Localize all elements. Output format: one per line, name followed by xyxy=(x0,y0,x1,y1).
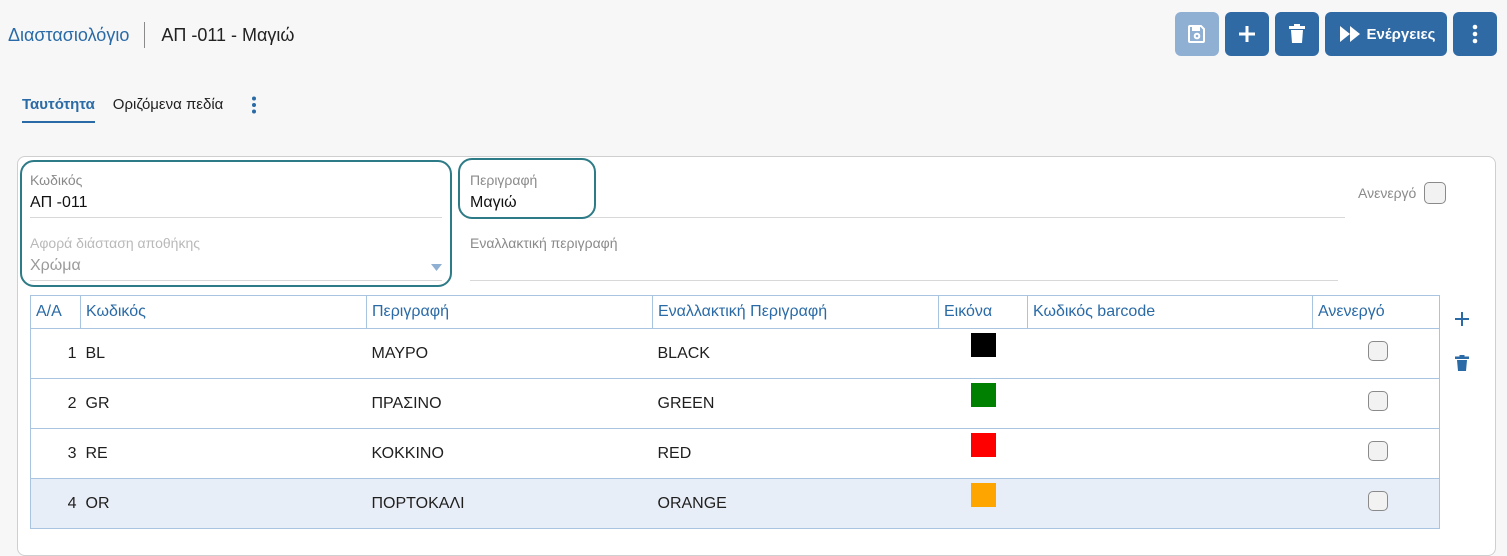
cell-aa: 3 xyxy=(30,428,81,479)
kebab-icon xyxy=(1472,24,1478,44)
cell-image[interactable] xyxy=(938,378,1028,429)
save-icon xyxy=(1188,25,1205,43)
inactive-label: Ανενεργό xyxy=(1358,185,1417,201)
tab-defined-fields[interactable]: Οριζόμενα πεδία xyxy=(113,96,224,121)
table-row[interactable]: 3 RE ΚΟΚΚΙΝΟ RED xyxy=(30,428,1440,479)
cell-image[interactable] xyxy=(938,478,1028,529)
plus-icon xyxy=(1455,312,1469,326)
col-header-description[interactable]: Περιγραφή xyxy=(366,295,653,329)
cell-aa: 2 xyxy=(30,378,81,429)
table-row[interactable]: 1 BL ΜΑΥΡΟ BLACK xyxy=(30,328,1440,379)
inactive-field: Ανενεργό xyxy=(1358,182,1447,204)
description-underline xyxy=(470,217,1345,218)
row-inactive-checkbox[interactable] xyxy=(1368,391,1389,411)
page-title: ΑΠ -011 - Μαγιώ xyxy=(161,24,295,45)
table-row[interactable]: 2 GR ΠΡΑΣΙΝΟ GREEN xyxy=(30,378,1440,429)
cell-alt-description[interactable]: ORANGE xyxy=(652,478,939,529)
cell-inactive xyxy=(1312,378,1440,429)
add-row-button[interactable] xyxy=(1454,311,1470,332)
fast-forward-icon xyxy=(1339,26,1360,42)
col-header-code[interactable]: Κωδικός xyxy=(80,295,367,329)
add-button[interactable] xyxy=(1225,12,1269,56)
cell-code[interactable]: BL xyxy=(80,328,367,379)
delete-button[interactable] xyxy=(1275,12,1319,56)
plus-icon xyxy=(1239,26,1255,42)
cell-description[interactable]: ΜΑΥΡΟ xyxy=(366,328,653,379)
grid-header-row: Α/Α Κωδικός Περιγραφή Εναλλακτική Περιγρ… xyxy=(30,295,1440,329)
cell-code[interactable]: RE xyxy=(80,428,367,479)
tab-identity[interactable]: Ταυτότητα xyxy=(22,96,95,123)
tab-bar: Ταυτότητα Οριζόμενα πεδία xyxy=(22,96,257,123)
cell-alt-description[interactable]: BLACK xyxy=(652,328,939,379)
inactive-checkbox[interactable] xyxy=(1424,182,1447,204)
breadcrumb-separator xyxy=(144,22,146,48)
col-header-barcode[interactable]: Κωδικός barcode xyxy=(1027,295,1313,329)
actions-button[interactable]: Ενέργειες xyxy=(1325,12,1447,56)
save-button[interactable] xyxy=(1175,12,1219,56)
cell-image[interactable] xyxy=(938,428,1028,479)
cell-barcode[interactable] xyxy=(1027,428,1313,479)
color-swatch xyxy=(970,483,996,508)
color-swatch xyxy=(970,383,996,408)
row-inactive-checkbox[interactable] xyxy=(1368,441,1389,461)
col-header-alt-description[interactable]: Εναλλακτική Περιγραφή xyxy=(652,295,939,329)
toolbar: Ενέργειες xyxy=(1175,12,1497,56)
breadcrumb: Διαστασιολόγιο ΑΠ -011 - Μαγιώ xyxy=(8,22,294,48)
cell-inactive xyxy=(1312,428,1440,479)
alt-description-label: Εναλλακτική περιγραφή xyxy=(470,235,618,251)
alt-description-underline xyxy=(470,280,1338,281)
col-header-inactive[interactable]: Ανενεργό xyxy=(1312,295,1440,329)
color-swatch xyxy=(970,333,996,358)
actions-label: Ενέργειες xyxy=(1366,25,1436,43)
cell-alt-description[interactable]: RED xyxy=(652,428,939,479)
cell-barcode[interactable] xyxy=(1027,378,1313,429)
cell-aa: 1 xyxy=(30,328,81,379)
kebab-icon xyxy=(252,96,257,114)
cell-description[interactable]: ΠΡΑΣΙΝΟ xyxy=(366,378,653,429)
cell-image[interactable] xyxy=(938,328,1028,379)
cell-alt-description[interactable]: GREEN xyxy=(652,378,939,429)
table-row-selected[interactable]: 4 OR ΠΟΡΤΟΚΑΛΙ ORANGE xyxy=(30,478,1440,529)
trash-icon xyxy=(1289,24,1305,43)
col-header-image[interactable]: Εικόνα xyxy=(938,295,1028,329)
cell-barcode[interactable] xyxy=(1027,478,1313,529)
highlight-box-description xyxy=(458,158,596,219)
values-grid: Α/Α Κωδικός Περιγραφή Εναλλακτική Περιγρ… xyxy=(30,295,1440,529)
alt-description-field[interactable]: Εναλλακτική περιγραφή xyxy=(470,235,618,257)
color-swatch xyxy=(970,433,996,458)
more-button[interactable] xyxy=(1453,12,1497,56)
cell-inactive xyxy=(1312,328,1440,379)
cell-description[interactable]: ΚΟΚΚΙΝΟ xyxy=(366,428,653,479)
col-header-aa[interactable]: Α/Α xyxy=(30,295,81,329)
cell-aa: 4 xyxy=(30,478,81,529)
cell-code[interactable]: OR xyxy=(80,478,367,529)
delete-row-button[interactable] xyxy=(1455,355,1469,376)
trash-icon xyxy=(1455,355,1469,371)
cell-description[interactable]: ΠΟΡΤΟΚΑΛΙ xyxy=(366,478,653,529)
breadcrumb-link[interactable]: Διαστασιολόγιο xyxy=(8,25,129,46)
cell-code[interactable]: GR xyxy=(80,378,367,429)
cell-inactive xyxy=(1312,478,1440,529)
tabs-more-button[interactable] xyxy=(251,96,257,118)
row-inactive-checkbox[interactable] xyxy=(1368,341,1389,361)
row-inactive-checkbox[interactable] xyxy=(1368,491,1389,511)
cell-barcode[interactable] xyxy=(1027,328,1313,379)
highlight-box-code xyxy=(20,160,452,287)
